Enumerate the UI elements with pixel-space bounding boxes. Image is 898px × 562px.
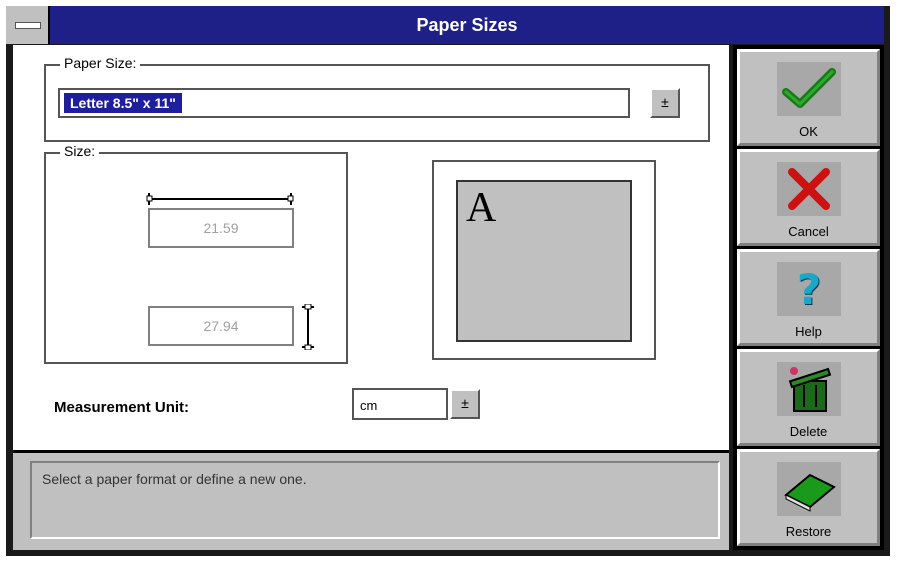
- x-icon: [777, 162, 841, 216]
- measurement-unit-value: cm: [360, 398, 378, 413]
- paper-preview-page: A: [456, 180, 632, 342]
- cancel-button[interactable]: Cancel: [737, 149, 880, 246]
- paper-size-dropdown-button[interactable]: ±: [650, 88, 680, 118]
- question-icon: ?: [777, 262, 841, 316]
- dropdown-arrow-icon: ±: [461, 395, 469, 411]
- cancel-label: Cancel: [788, 224, 829, 239]
- paper-size-legend: Paper Size:: [60, 55, 141, 71]
- preview-letter: A: [466, 185, 497, 231]
- ok-label: OK: [799, 124, 818, 139]
- window-title: Paper Sizes: [416, 15, 518, 35]
- title-bar[interactable]: Paper Sizes: [6, 6, 884, 44]
- ok-button[interactable]: OK: [737, 49, 880, 146]
- system-menu-icon: [15, 22, 41, 29]
- status-text: Select a paper format or define a new on…: [42, 471, 307, 487]
- size-legend: Size:: [60, 143, 100, 159]
- paper-size-combo[interactable]: Letter 8.5" x 11": [58, 88, 630, 118]
- width-ruler-icon: [146, 193, 294, 205]
- book-icon: [777, 462, 841, 516]
- delete-label: Delete: [789, 424, 828, 439]
- system-menu-button[interactable]: [6, 6, 50, 44]
- paper-preview-frame: A: [432, 160, 656, 360]
- measurement-unit-dropdown-button[interactable]: ±: [450, 389, 480, 419]
- dropdown-arrow-icon: ±: [661, 94, 669, 110]
- delete-button[interactable]: Delete: [737, 349, 880, 446]
- help-label: Help: [795, 324, 822, 339]
- trash-can-icon: [777, 362, 841, 416]
- button-column: OK Cancel ? Help Delete Restore: [733, 45, 884, 550]
- measurement-unit-label: Measurement Unit:: [54, 399, 190, 416]
- height-value: 27.94: [203, 318, 239, 334]
- restore-label: Restore: [785, 524, 832, 539]
- height-field[interactable]: 27.94: [148, 306, 294, 346]
- status-text-box: Select a paper format or define a new on…: [30, 461, 720, 539]
- height-ruler-icon: [302, 304, 314, 350]
- paper-size-selected[interactable]: Letter 8.5" x 11": [64, 93, 182, 113]
- checkmark-icon: [777, 62, 841, 116]
- width-value: 21.59: [203, 220, 239, 236]
- width-field[interactable]: 21.59: [148, 208, 294, 248]
- help-button[interactable]: ? Help: [737, 249, 880, 346]
- status-area: Select a paper format or define a new on…: [13, 450, 729, 550]
- measurement-unit-combo[interactable]: cm: [352, 388, 448, 420]
- restore-button[interactable]: Restore: [737, 449, 880, 546]
